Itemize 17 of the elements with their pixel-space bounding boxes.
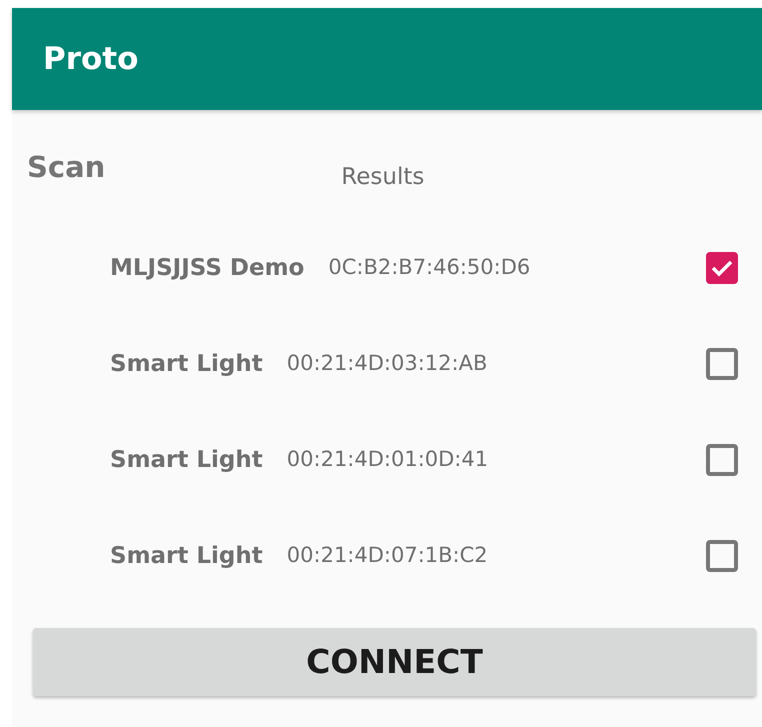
checkbox[interactable]: [706, 348, 738, 380]
device-address: 0C:B2:B7:46:50:D6: [328, 254, 530, 282]
device-name: MLJSJJSS Demo: [110, 254, 304, 283]
device-name: Smart Light: [110, 350, 263, 379]
device-address: 00:21:4D:07:1B:C2: [286, 542, 488, 570]
scan-label: Scan: [27, 149, 106, 186]
results-label: Results: [341, 163, 424, 192]
checkbox[interactable]: [706, 444, 738, 476]
device-address: 00:21:4D:01:0D:41: [286, 446, 488, 474]
checkbox[interactable]: [706, 252, 738, 284]
device-name: Smart Light: [110, 542, 263, 571]
connect-button[interactable]: CONNECT: [33, 628, 756, 696]
checkbox[interactable]: [706, 540, 738, 572]
device-name: Smart Light: [110, 446, 263, 475]
check-icon: [711, 259, 733, 277]
app-title: Proto: [43, 40, 138, 79]
device-address: 00:21:4D:03:12:AB: [286, 350, 488, 378]
